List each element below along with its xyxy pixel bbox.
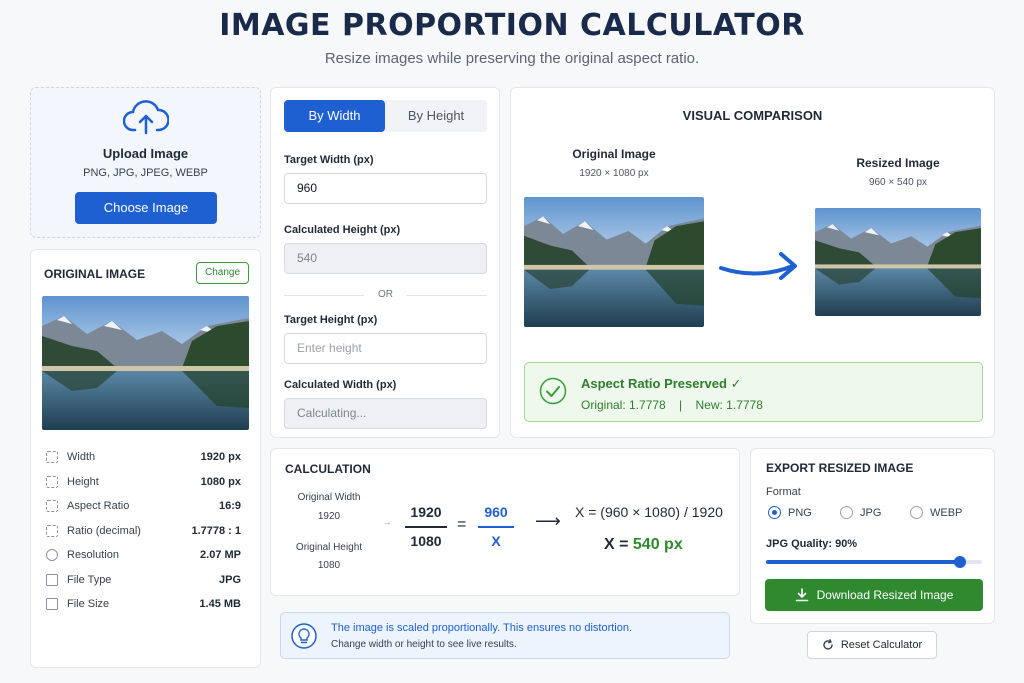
choose-image-button[interactable]: Choose Image [75, 192, 217, 224]
aspect-ratio-icon [46, 500, 58, 513]
aspect-ratio-status: Aspect Ratio Preserved ✓ Original: 1.777… [524, 362, 983, 422]
upload-title: Upload Image [102, 146, 189, 161]
orig-width-label: Original Width [297, 492, 361, 503]
visual-comparison-heading: VISUAL COMPARISON [682, 108, 823, 123]
original-image-name: Original Image [572, 147, 656, 161]
fraction-left-denominator: 1080 [410, 533, 442, 549]
resize-form-panel: By Width By Height Target Width (px) 960… [270, 87, 500, 438]
fraction-right-denominator: X [491, 533, 501, 549]
visual-comparison-panel: VISUAL COMPARISON Original Image 1920 × … [510, 87, 995, 438]
cloud-upload-icon [123, 100, 169, 135]
format-option-png[interactable]: PNG [768, 506, 812, 519]
export-panel: EXPORT RESIZED IMAGE Format PNG JPG WEBP… [750, 448, 995, 624]
format-option-webp[interactable]: WEBP [910, 506, 962, 519]
small-arrow-icon: → [382, 517, 392, 528]
result-value: 540 px [632, 536, 683, 553]
calculation-heading: CALCULATION [285, 462, 371, 476]
format-label: Format [766, 486, 801, 498]
tab-by-width[interactable]: By Width [284, 100, 385, 132]
formula-text: X = (960 × 1080) / 1920 [575, 504, 723, 520]
calculated-height-label: Calculated Height (px) [284, 224, 401, 236]
equals-sign: = [457, 516, 467, 533]
jpg-quality-label: JPG Quality: 90% [766, 538, 858, 550]
upload-formats: PNG, JPG, JPEG, WEBP [83, 167, 208, 179]
radio-icon [840, 506, 853, 519]
calculated-height-field: 540 [284, 243, 487, 274]
orig-height-label: Original Height [295, 542, 363, 553]
format-option-jpg[interactable]: JPG [840, 506, 881, 519]
file-size-icon [46, 598, 58, 611]
preserved-detail: Original: 1.7778 | New: 1.7778 [581, 398, 763, 412]
arrow-right-icon [719, 252, 797, 280]
orig-height-value: 1080 [317, 560, 341, 571]
page-subtitle: Resize images while preserving the origi… [324, 50, 700, 67]
fraction-left-numerator: 1920 [410, 504, 442, 520]
calculated-width-label: Calculated Width (px) [284, 379, 397, 391]
meta-row-file-type: File Type JPG [46, 568, 241, 593]
radio-selected-icon [768, 506, 781, 519]
preserved-title: Aspect Ratio Preserved ✓ [581, 376, 742, 391]
refresh-icon [823, 639, 833, 650]
height-icon [46, 475, 58, 488]
original-image-panel: ORIGINAL IMAGE Change Width 1920 px Heigh… [30, 249, 261, 668]
change-image-button[interactable]: Change [196, 262, 249, 284]
target-width-label: Target Width (px) [284, 154, 374, 166]
target-height-input[interactable]: Enter height [284, 333, 487, 364]
tab-by-height[interactable]: By Height [385, 100, 487, 132]
meta-row-resolution: Resolution 2.07 MP [46, 543, 241, 568]
resolution-icon [46, 549, 58, 562]
reset-calculator-button[interactable]: Reset Calculator [807, 631, 937, 659]
calculation-panel: CALCULATION Original Width 1920 Original… [270, 448, 740, 596]
resized-image-name: Resized Image [856, 156, 940, 170]
target-height-label: Target Height (px) [284, 314, 378, 326]
export-heading: EXPORT RESIZED IMAGE [766, 461, 914, 475]
meta-row-aspect-ratio: Aspect Ratio 16:9 [46, 494, 241, 519]
target-width-input[interactable]: 960 [284, 173, 487, 204]
jpg-quality-slider[interactable] [766, 556, 982, 568]
original-image-dims: 1920 × 1080 px [579, 168, 649, 179]
resized-preview [815, 208, 981, 316]
arrow-right-icon: ⟶ [535, 511, 561, 531]
info-line-1: The image is scaled proportionally. This… [331, 622, 633, 634]
mode-toggle: By Width By Height [284, 100, 487, 132]
resized-image-dims: 960 × 540 px [868, 177, 928, 188]
original-image-heading: ORIGINAL IMAGE [44, 267, 146, 281]
result-text: X = 540 px [604, 536, 683, 553]
width-icon [46, 451, 58, 464]
slider-handle[interactable] [954, 556, 967, 568]
original-preview [524, 197, 704, 327]
meta-row-width: Width 1920 px [46, 445, 241, 470]
download-button[interactable]: Download Resized Image [765, 579, 983, 611]
info-line-2: Change width or height to see live resul… [331, 639, 517, 650]
image-metadata-list: Width 1920 px Height 1080 px Aspect Ratio 1… [46, 445, 241, 617]
check-circle-icon [539, 377, 567, 405]
ratio-icon [46, 524, 58, 537]
upload-dropzone[interactable]: Upload Image PNG, JPG, JPEG, WEBP Choose… [30, 87, 261, 238]
or-label: OR [378, 289, 393, 300]
page-title: IMAGE PROPORTION CALCULATOR [219, 8, 805, 43]
info-banner: The image is scaled proportionally. This… [280, 612, 730, 659]
meta-row-height: Height 1080 px [46, 470, 241, 495]
meta-row-file-size: File Size 1.45 MB [46, 592, 241, 617]
radio-icon [910, 506, 923, 519]
download-icon [795, 588, 808, 602]
slider-fill [766, 560, 961, 564]
fraction-right-numerator: 960 [484, 504, 508, 520]
original-image-thumbnail [42, 296, 249, 430]
lightbulb-icon [291, 623, 317, 649]
or-divider: OR [284, 289, 487, 301]
calculated-width-field: Calculating... [284, 398, 487, 429]
meta-row-ratio-decimal: Ratio (decimal) 1.7778 : 1 [46, 519, 241, 544]
orig-width-value: 1920 [317, 511, 341, 522]
file-icon [46, 573, 58, 586]
